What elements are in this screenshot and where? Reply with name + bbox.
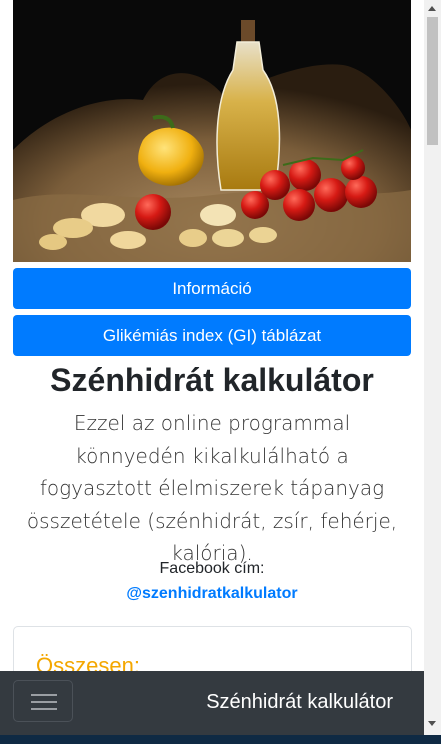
info-button-label: Információ [172,278,252,298]
hamburger-menu-icon-bottom [31,708,57,710]
os-taskbar-strip [0,735,441,744]
facebook-label: Facebook cím: [159,560,265,577]
hamburger-menu-icon [31,694,57,696]
hero-food-image [13,0,411,262]
page: Információ Glikémiás index (GI) táblázat… [0,0,424,735]
scroll-up-arrow-icon[interactable] [428,6,436,11]
info-button[interactable]: Információ [13,268,411,309]
intro-text: Ezzel az online programmal könnyedén kik… [26,411,398,565]
bottom-navbar: Szénhidrát kalkulátor [0,671,424,735]
facebook-link[interactable]: @szenhidratkalkulator [0,585,424,603]
scrollbar-thumb[interactable] [427,17,438,145]
hamburger-menu-icon-middle [31,701,57,703]
vertical-scrollbar[interactable] [424,0,441,735]
hero-food-illustration [13,0,411,262]
navbar-brand[interactable]: Szénhidrát kalkulátor [206,691,393,714]
gi-table-button-label: Glikémiás index (GI) táblázat [102,325,322,345]
menu-toggle-button[interactable] [13,680,73,722]
scroll-down-arrow-icon[interactable] [428,721,436,726]
gi-table-button[interactable]: Glikémiás index (GI) táblázat [13,315,411,356]
page-title: Szénhidrát kalkulátor [50,362,374,398]
